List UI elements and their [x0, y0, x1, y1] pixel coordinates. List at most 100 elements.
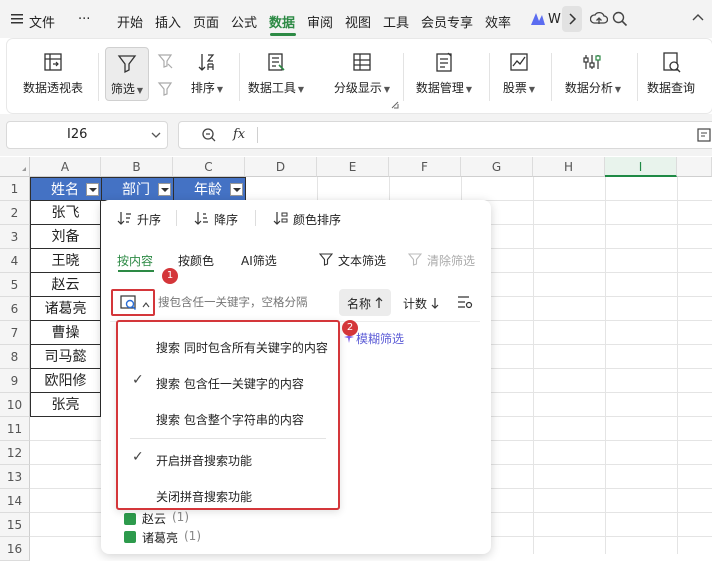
tab-insert[interactable]: 插入	[155, 12, 181, 31]
chevron-down-icon[interactable]	[151, 131, 161, 139]
column-header-b[interactable]: B	[101, 157, 173, 177]
tab-view[interactable]: 视图	[345, 12, 371, 31]
name-cell[interactable]: 诸葛亮	[30, 297, 101, 321]
name-cell[interactable]: 曹操	[30, 321, 101, 345]
stocks-button[interactable]: 股票 ▼	[497, 49, 541, 96]
wps-ai-icon[interactable]	[530, 12, 546, 26]
pinyin-search-on-option[interactable]: ✓ 开启拼音搜索功能	[118, 443, 338, 473]
column-header-g[interactable]: G	[461, 157, 533, 177]
expand-formula-icon[interactable]	[697, 128, 711, 142]
sort-button[interactable]: 排序 ▼	[183, 49, 231, 96]
header-cell-department[interactable]: 部门	[101, 177, 174, 201]
column-header-f[interactable]: F	[389, 157, 461, 177]
tab-efficiency[interactable]: 效率	[485, 12, 511, 31]
row-header-14[interactable]: 14	[0, 489, 30, 513]
data-analysis-button[interactable]: 数据分析 ▼	[559, 49, 627, 96]
wps-ai-label[interactable]: W	[548, 12, 561, 27]
filter-dropdown-button[interactable]	[230, 183, 243, 196]
row-header-12[interactable]: 12	[0, 441, 30, 465]
row-header-9[interactable]: 9	[0, 369, 30, 393]
scroll-right-button[interactable]	[562, 6, 582, 32]
name-cell[interactable]: 司马懿	[30, 345, 101, 369]
row-header-5[interactable]: 5	[0, 273, 30, 297]
column-header-i[interactable]: I	[605, 157, 677, 177]
list-settings-icon[interactable]	[457, 295, 473, 309]
column-header-h[interactable]: H	[533, 157, 605, 177]
cloud-upload-icon[interactable]	[590, 11, 608, 27]
filter-list-item[interactable]: 诸葛亮 (1)	[124, 528, 264, 546]
zoom-formula-icon[interactable]	[201, 127, 217, 143]
tab-home[interactable]: 开始	[117, 12, 143, 31]
search-mode-option-all[interactable]: 搜索 同时包含所有关键字的内容	[118, 330, 338, 360]
row-header-16[interactable]: 16	[0, 537, 30, 561]
header-cell-name[interactable]: 姓名	[30, 177, 102, 201]
row-header-8[interactable]: 8	[0, 345, 30, 369]
row-header-10[interactable]: 10	[0, 393, 30, 417]
tab-formula[interactable]: 公式	[231, 12, 257, 31]
search-mode-button[interactable]	[111, 289, 155, 316]
search-icon[interactable]	[612, 11, 628, 27]
column-header-e[interactable]: E	[317, 157, 389, 177]
name-cell[interactable]: 刘备	[30, 225, 101, 249]
row-header-1[interactable]: 1	[0, 177, 30, 201]
tab-page[interactable]: 页面	[193, 12, 219, 31]
filter-list-item[interactable]: 赵云 (1)	[124, 510, 244, 526]
tab-by-content[interactable]: 按内容	[117, 252, 153, 269]
collapse-ribbon-icon[interactable]	[692, 14, 704, 22]
name-cell[interactable]: 赵云	[30, 273, 101, 297]
data-tools-button[interactable]: 数据工具 ▼	[243, 49, 309, 96]
data-management-button[interactable]: 数据管理 ▼	[411, 49, 477, 96]
menu-icon[interactable]	[10, 12, 24, 26]
formula-input[interactable]: fx	[178, 121, 712, 149]
search-mode-menu: 搜索 同时包含所有关键字的内容 ✓ 搜索 包含任一关键字的内容 搜索 包含整个字…	[116, 320, 340, 510]
column-header-d[interactable]: D	[245, 157, 317, 177]
file-menu[interactable]: 文件	[29, 12, 55, 31]
pivot-table-button[interactable]: 数据透视表	[21, 49, 85, 96]
sort-icon	[196, 51, 218, 73]
filter-search-input[interactable]	[158, 291, 338, 313]
tab-by-color[interactable]: 按颜色	[178, 252, 214, 269]
checkbox-checked[interactable]	[124, 513, 136, 525]
sort-by-count-button[interactable]: 计数	[401, 289, 449, 316]
search-mode-option-whole-string[interactable]: 搜索 包含整个字符串的内容	[118, 402, 338, 432]
row-header-6[interactable]: 6	[0, 297, 30, 321]
data-query-button[interactable]: 数据查询	[643, 49, 699, 96]
row-header-4[interactable]: 4	[0, 249, 30, 273]
column-header-a[interactable]: A	[30, 157, 101, 177]
header-cell-label: 部门	[122, 182, 150, 198]
tab-review[interactable]: 审阅	[307, 12, 333, 31]
sort-by-name-button[interactable]: 名称	[339, 289, 391, 316]
select-all-corner[interactable]	[0, 157, 30, 177]
tab-tools[interactable]: 工具	[383, 12, 409, 31]
checkbox-checked[interactable]	[124, 531, 136, 543]
filter-dropdown-button[interactable]	[158, 183, 171, 196]
dialog-launcher-icon[interactable]	[391, 101, 399, 109]
filter-button[interactable]: 筛选 ▼	[105, 47, 149, 101]
name-box[interactable]: I26	[6, 121, 168, 149]
tab-member[interactable]: 会员专享	[421, 12, 473, 31]
name-cell[interactable]: 张亮	[30, 393, 101, 417]
advanced-filter-icon[interactable]	[157, 53, 173, 69]
column-header-j[interactable]	[677, 157, 712, 177]
search-mode-option-any[interactable]: ✓ 搜索 包含任一关键字的内容	[118, 366, 338, 396]
fx-label[interactable]: fx	[233, 127, 245, 142]
row-header-13[interactable]: 13	[0, 465, 30, 489]
pinyin-search-off-option[interactable]: 关闭拼音搜索功能	[118, 479, 338, 509]
more-menu[interactable]: ···	[78, 12, 90, 27]
row-header-15[interactable]: 15	[0, 513, 30, 537]
row-header-11[interactable]: 11	[0, 417, 30, 441]
tab-ai-filter[interactable]: AI筛选	[241, 252, 277, 269]
tab-data[interactable]: 数据	[269, 12, 295, 31]
filter-dropdown-button[interactable]	[86, 183, 99, 196]
row-header-3[interactable]: 3	[0, 225, 30, 249]
name-cell[interactable]: 欧阳修	[30, 369, 101, 393]
header-cell-age[interactable]: 年龄	[173, 177, 246, 201]
row-header-7[interactable]: 7	[0, 321, 30, 345]
clear-filter-label: 清除筛选	[427, 254, 476, 268]
name-cell[interactable]: 张飞	[30, 201, 101, 225]
name-cell[interactable]: 王晓	[30, 249, 101, 273]
column-header-c[interactable]: C	[173, 157, 245, 177]
row-header-2[interactable]: 2	[0, 201, 30, 225]
reapply-filter-icon[interactable]	[157, 81, 173, 97]
outline-button[interactable]: 分级显示 ▼	[328, 49, 396, 96]
